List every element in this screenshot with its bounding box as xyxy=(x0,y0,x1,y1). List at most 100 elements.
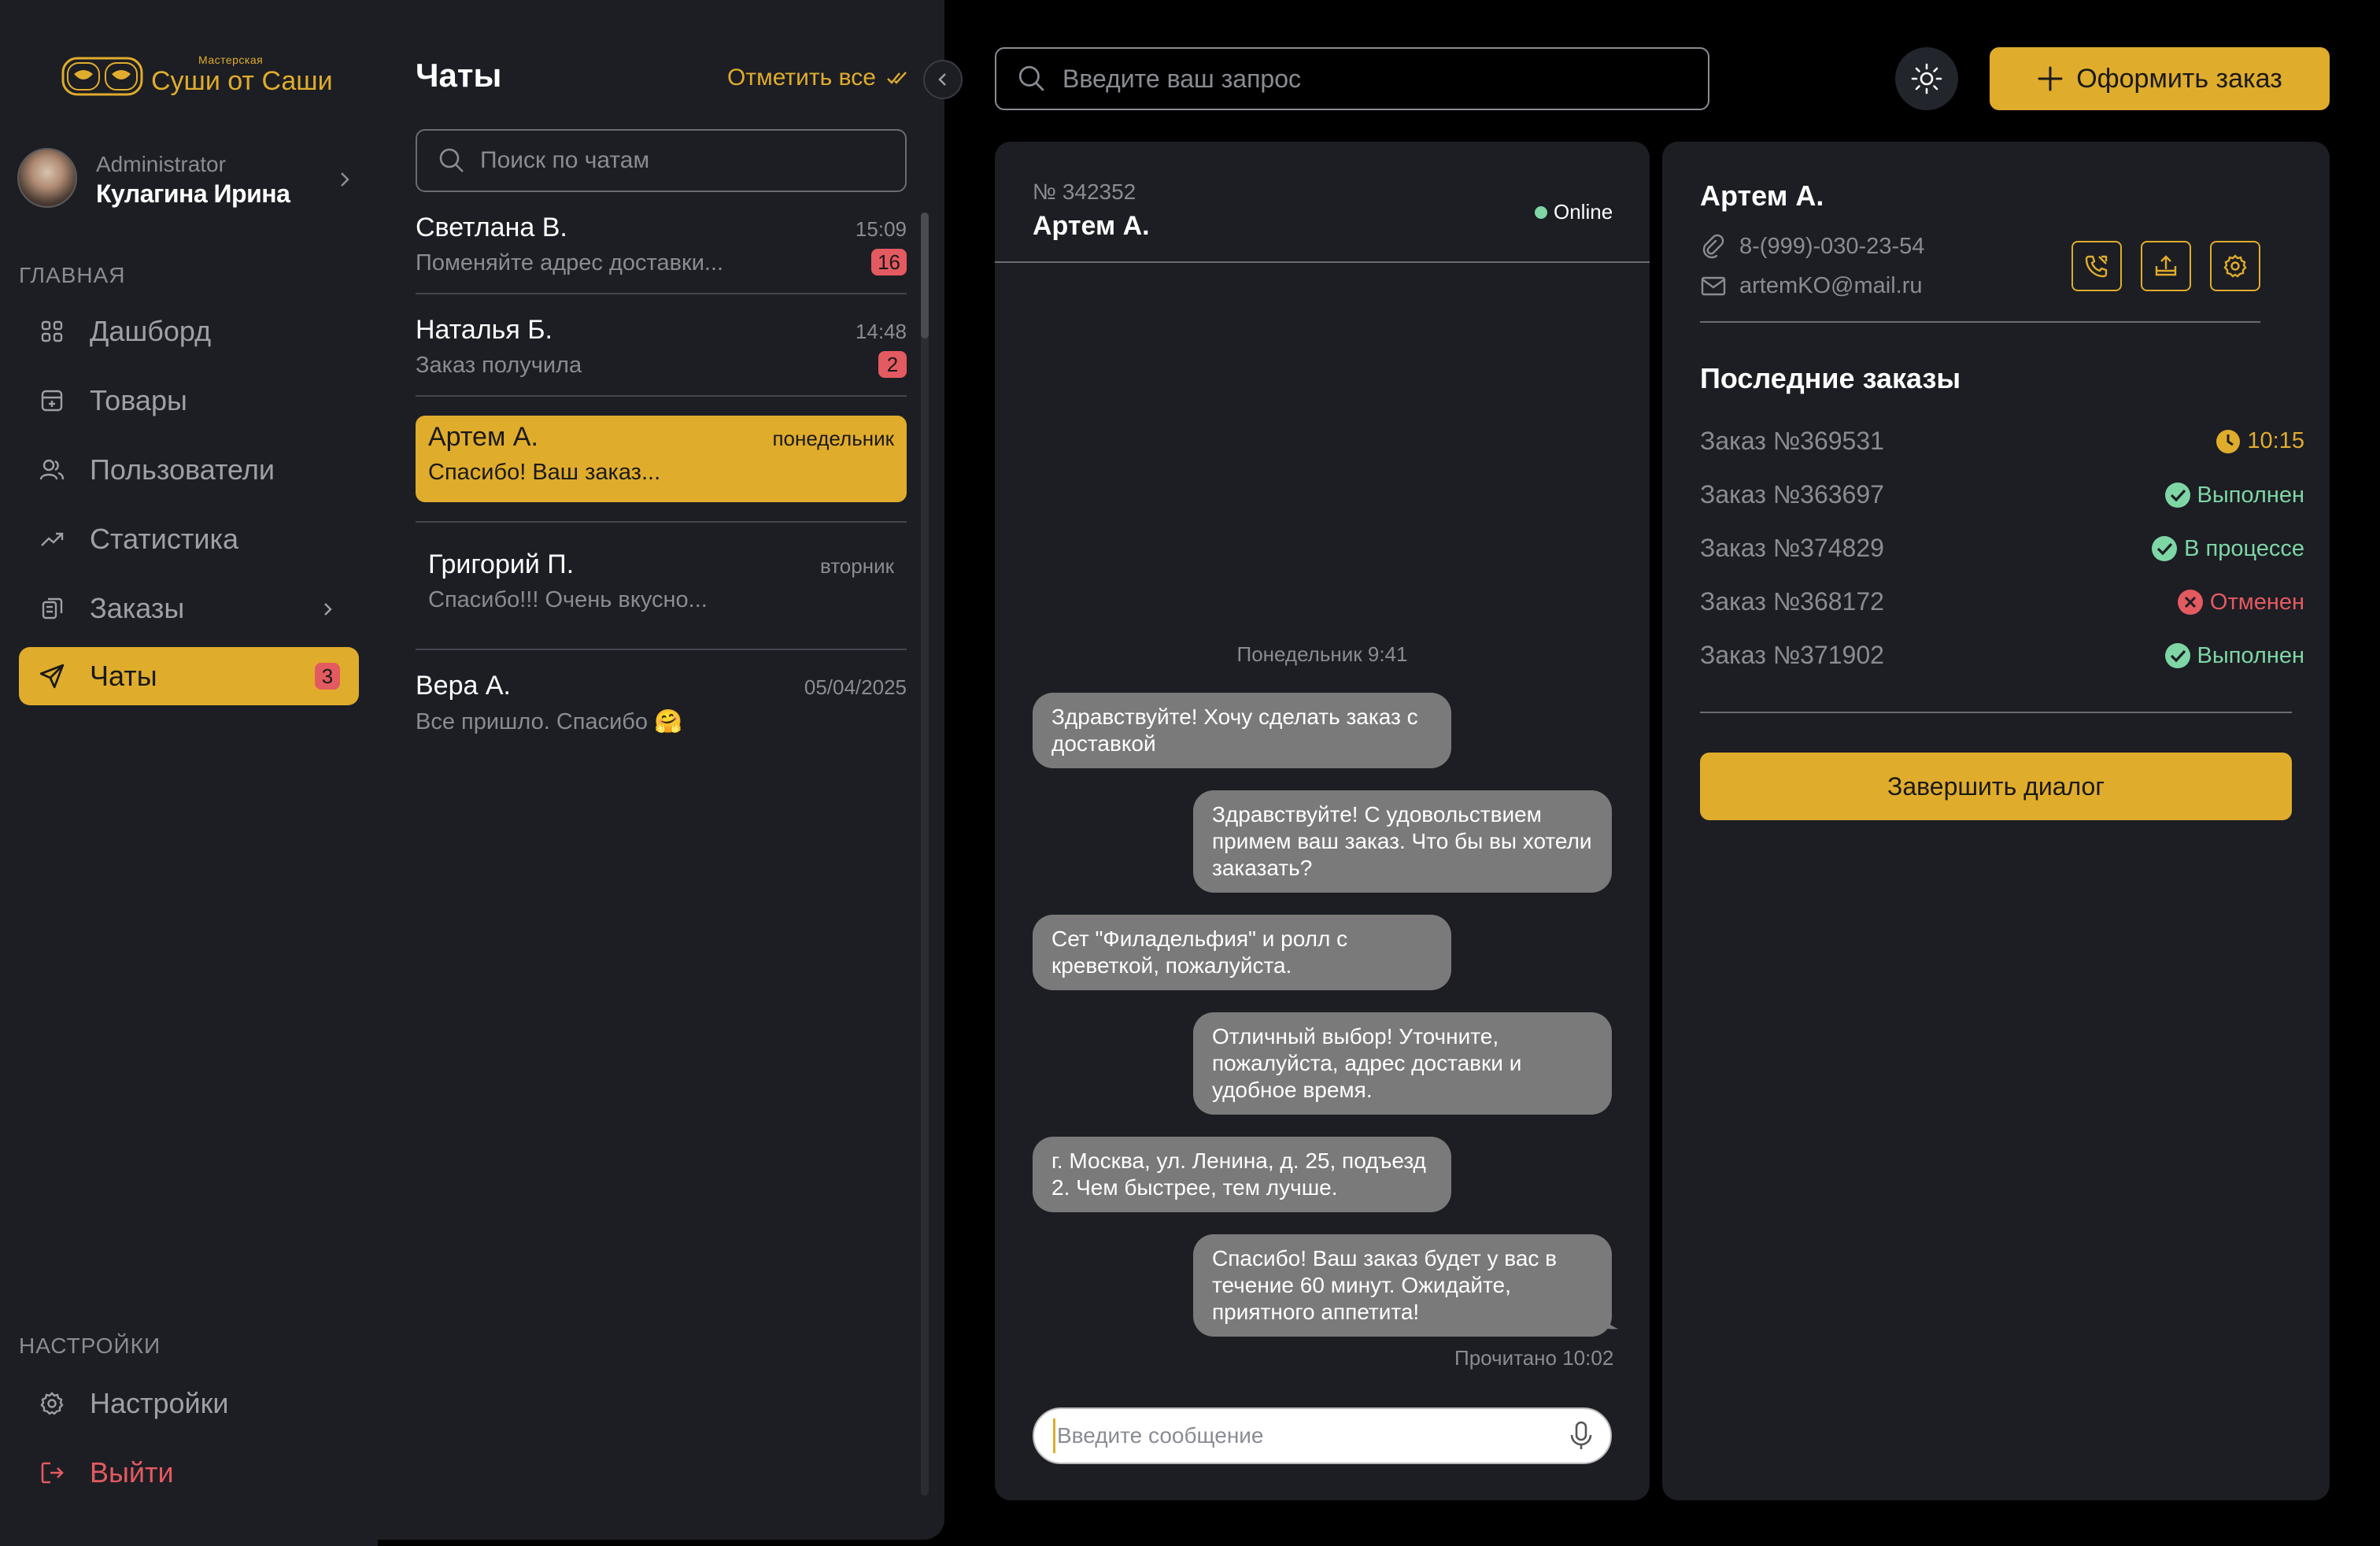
chat-name: Светлана В. xyxy=(416,213,567,242)
global-search-input[interactable]: Введите ваш запрос xyxy=(995,47,1709,110)
client-phone-value: 8-(999)-030-23-54 xyxy=(1739,233,1925,259)
sun-icon xyxy=(1909,61,1944,96)
order-item[interactable]: Заказ №374829 xyxy=(1700,534,1884,563)
export-button[interactable] xyxy=(2141,241,2191,291)
conversation-name: Артем А. xyxy=(1033,211,1150,241)
plus-icon xyxy=(2037,65,2064,92)
divider xyxy=(416,649,907,650)
user-role: Administrator xyxy=(96,152,226,176)
logout-button[interactable]: Выйти xyxy=(19,1444,359,1502)
send-icon xyxy=(36,660,68,692)
sidebar-item-orders[interactable]: Заказы xyxy=(19,579,359,638)
gear-icon xyxy=(36,1388,68,1419)
message-client: Здравствуйте! Хочу сделать заказ с доста… xyxy=(1033,693,1451,768)
order-status-label: Отменен xyxy=(2209,589,2304,615)
create-order-button[interactable]: Оформить заказ xyxy=(1990,47,2330,110)
chat-search-placeholder: Поиск по чатам xyxy=(480,147,650,173)
orders-icon xyxy=(36,593,68,624)
sidebar-item-label: Настройки xyxy=(90,1387,229,1419)
avatar[interactable] xyxy=(17,148,77,208)
unread-badge: 2 xyxy=(878,351,907,378)
sidebar-item-stats[interactable]: Статистика xyxy=(19,510,359,568)
order-status-label: 10:15 xyxy=(2247,428,2304,453)
logout-label: Выйти xyxy=(90,1456,174,1489)
stats-icon xyxy=(36,523,68,555)
order-status-label: Выполнен xyxy=(2197,642,2304,668)
sidebar-item-chats[interactable]: Чаты 3 xyxy=(19,647,359,705)
chat-search-input[interactable]: Поиск по чатам xyxy=(416,129,907,192)
client-settings-button[interactable] xyxy=(2210,241,2260,291)
chat-name: Григорий П. xyxy=(428,549,575,579)
chat-preview: Поменяйте адрес доставки... xyxy=(416,250,724,276)
divider xyxy=(416,395,907,397)
chat-time: 14:48 xyxy=(855,320,907,343)
online-status: Online xyxy=(1535,200,1613,224)
text-caret xyxy=(1053,1418,1055,1453)
client-email-value: artemKO@mail.ru xyxy=(1739,272,1923,298)
client-details-panel xyxy=(1662,142,2330,1500)
brand-logo-icon xyxy=(61,57,143,96)
sidebar-item-users[interactable]: Пользователи xyxy=(19,441,359,499)
order-item[interactable]: Заказ №371902 xyxy=(1700,641,1884,670)
scrollbar-track[interactable] xyxy=(921,213,929,1496)
finish-dialog-button[interactable]: Завершить диалог xyxy=(1700,753,2292,820)
sidebar-item-label: Заказы xyxy=(90,592,185,624)
divider xyxy=(1700,321,2260,323)
sidebar-item-settings[interactable]: Настройки xyxy=(19,1374,359,1433)
chat-name: Наталья Б. xyxy=(416,315,552,345)
chat-item[interactable]: Светлана В. 15:09 Поменяйте адрес достав… xyxy=(416,206,907,293)
check-circle-icon xyxy=(2164,642,2191,669)
theme-toggle-button[interactable] xyxy=(1895,47,1958,110)
microphone-icon[interactable] xyxy=(1569,1420,1593,1452)
online-label: Online xyxy=(1554,200,1613,224)
client-email: artemKO@mail.ru xyxy=(1700,272,1922,299)
chat-preview: Все пришло. Спасибо 🤗 xyxy=(416,709,683,734)
sidebar-item-products[interactable]: Товары xyxy=(19,372,359,430)
order-item[interactable]: Заказ №368172 xyxy=(1700,587,1884,616)
users-icon xyxy=(36,454,68,486)
search-icon xyxy=(438,146,466,175)
order-status: 10:15 xyxy=(2216,428,2304,454)
chat-preview: Спасибо!!! Очень вкусно... xyxy=(428,587,708,612)
scrollbar-thumb[interactable] xyxy=(921,213,929,338)
order-status: Выполнен xyxy=(2164,482,2304,509)
upload-icon xyxy=(2153,253,2179,279)
brand-name: Суши от Саши xyxy=(151,66,333,96)
sidebar-item-dashboard[interactable]: Дашборд xyxy=(19,302,359,361)
divider xyxy=(416,521,907,523)
order-status-label: Выполнен xyxy=(2197,482,2304,508)
chat-item[interactable]: Григорий П. вторник Спасибо!!! Очень вку… xyxy=(416,543,907,630)
order-status: Отменен xyxy=(2177,589,2304,616)
sidebar-item-label: Пользователи xyxy=(90,453,275,486)
conversation-number: № 342352 xyxy=(1033,179,1136,204)
chevron-left-icon xyxy=(937,72,948,87)
phone-icon xyxy=(2084,253,2109,279)
chat-item-active[interactable]: Артем А. понедельник Спасибо! Ваш заказ.… xyxy=(416,416,907,502)
message-input[interactable]: Введите сообщение xyxy=(1033,1407,1612,1464)
chat-item[interactable]: Наталья Б. 14:48 Заказ получила 2 xyxy=(416,309,907,395)
collapse-panel-button[interactable] xyxy=(923,60,963,99)
create-order-label: Оформить заказ xyxy=(2076,63,2282,94)
divider xyxy=(416,293,907,294)
cancel-circle-icon xyxy=(2177,589,2204,616)
user-name: Кулагина Ирина xyxy=(96,179,290,208)
dashboard-icon xyxy=(36,316,68,347)
chats-count-badge: 3 xyxy=(315,663,340,690)
check-circle-icon xyxy=(2164,482,2191,509)
recent-orders-title: Последние заказы xyxy=(1700,362,1961,394)
bubble-tail-icon xyxy=(1601,1311,1618,1330)
chevron-right-icon[interactable] xyxy=(338,170,351,189)
products-icon xyxy=(36,385,68,416)
order-status-label: В процессе xyxy=(2184,535,2304,561)
mark-all-button[interactable]: Отметить все xyxy=(727,65,907,91)
call-button[interactable] xyxy=(2071,241,2122,291)
logout-icon xyxy=(36,1457,68,1489)
message-input-placeholder: Введите сообщение xyxy=(1057,1423,1264,1448)
chat-item[interactable]: Вера А. 05/04/2025 Все пришло. Спасибо 🤗 xyxy=(416,664,907,751)
chat-time: 05/04/2025 xyxy=(804,675,907,699)
message-operator: Отличный выбор! Уточните, пожалуйста, ад… xyxy=(1193,1012,1612,1115)
order-item[interactable]: Заказ №363697 xyxy=(1700,480,1884,509)
unread-badge: 16 xyxy=(871,249,907,276)
section-label-main: ГЛАВНАЯ xyxy=(19,263,126,287)
order-item[interactable]: Заказ №369531 xyxy=(1700,427,1884,456)
